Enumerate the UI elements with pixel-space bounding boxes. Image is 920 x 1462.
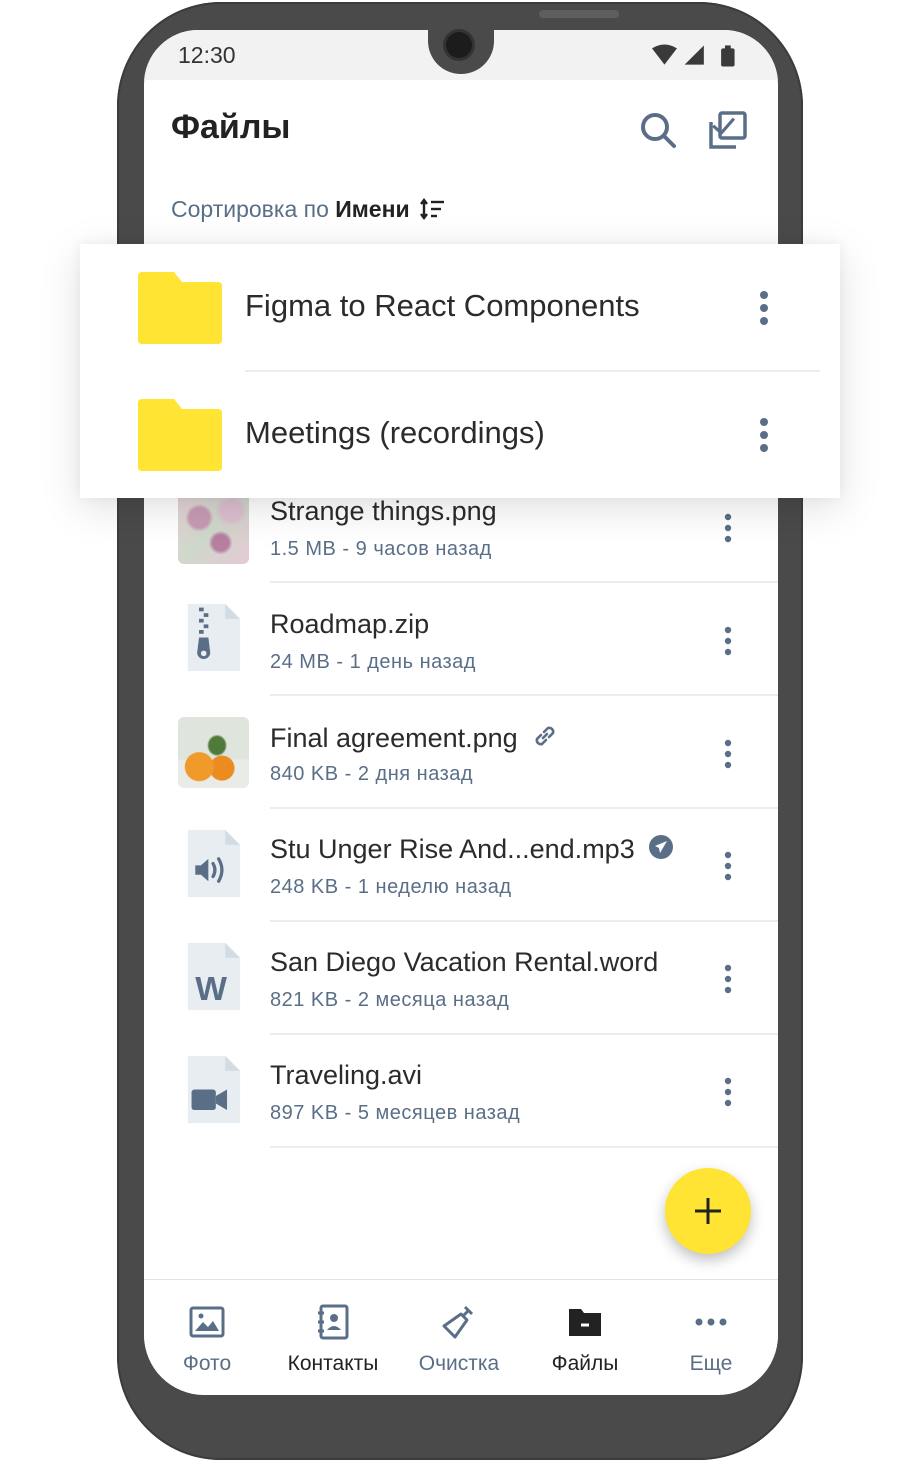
link-icon <box>535 726 555 746</box>
file-name: San Diego Vacation Rental.word <box>270 947 659 977</box>
folders-card: Figma to React Components Meetings (reco… <box>80 244 840 498</box>
file-meta: 840 KB - 2 дня назад <box>270 763 474 785</box>
page-title: Файлы <box>171 108 291 146</box>
nav-label: Фото <box>182 1352 232 1375</box>
nav-item-contacts[interactable]: Контакты <box>270 1280 396 1390</box>
more-vertical-icon[interactable] <box>756 290 772 326</box>
more-vertical-icon[interactable] <box>722 625 734 657</box>
search-icon[interactable] <box>638 110 678 150</box>
file-meta: 248 KB - 1 неделю назад <box>270 876 512 898</box>
file-meta: 1.5 MB - 9 часов назад <box>270 538 492 560</box>
sort-value: Имени <box>335 196 410 222</box>
more-vertical-icon[interactable] <box>722 850 734 882</box>
more-vertical-icon[interactable] <box>722 963 734 995</box>
file-row[interactable]: Stu Unger Rise And...end.mp3 248 KB - 1 … <box>144 828 778 941</box>
file-row[interactable]: Final agreement.png 840 KB - 2 дня назад <box>144 717 778 830</box>
broom-icon <box>442 1305 474 1339</box>
file-name: Roadmap.zip <box>270 609 430 639</box>
thumbnail-image <box>178 717 249 788</box>
wifi-icon <box>652 44 677 65</box>
status-icons <box>652 44 735 67</box>
file-name: Final agreement.png <box>270 722 559 754</box>
thumbnail-image <box>178 493 249 564</box>
contacts-icon <box>318 1304 349 1340</box>
nav-item-more[interactable]: Еще <box>648 1280 774 1390</box>
divider <box>270 694 778 696</box>
photo-icon <box>189 1306 225 1338</box>
sort-control[interactable]: Сортировка по Имени <box>171 196 446 223</box>
more-vertical-icon[interactable] <box>722 512 734 544</box>
file-name: Stu Unger Rise And...end.mp3 <box>270 834 674 865</box>
bottom-nav: Фото Контакты Очистка Файлы Еще <box>144 1279 778 1395</box>
zip-file-icon <box>187 603 241 672</box>
folder-name: Meetings (recordings) <box>245 415 545 450</box>
nav-item-files[interactable]: Файлы <box>522 1280 648 1390</box>
divider <box>270 581 778 583</box>
more-icon <box>695 1318 727 1326</box>
plus-icon <box>695 1198 721 1224</box>
divider <box>270 920 778 922</box>
file-row[interactable]: Roadmap.zip 24 MB - 1 день назад <box>144 602 778 715</box>
file-meta: 897 KB - 5 месяцев назад <box>270 1102 521 1124</box>
sort-prefix: Сортировка по <box>171 196 329 222</box>
video-file-icon <box>187 1055 241 1124</box>
file-row[interactable]: W San Diego Vacation Rental.word 821 KB … <box>144 941 778 1054</box>
folder-name: Figma to React Components <box>245 288 640 323</box>
speaker-grille <box>539 10 619 18</box>
more-vertical-icon[interactable] <box>722 1076 734 1108</box>
nav-label: Еще <box>689 1352 733 1375</box>
multi-select-icon[interactable] <box>708 110 748 150</box>
camera-icon <box>446 32 472 58</box>
signal-icon <box>684 45 704 65</box>
folder-icon <box>569 1309 601 1336</box>
more-vertical-icon[interactable] <box>722 738 734 770</box>
divider <box>270 807 778 809</box>
folder-icon <box>138 399 222 471</box>
nav-item-photo[interactable]: Фото <box>144 1280 270 1390</box>
folder-row[interactable]: Figma to React Components <box>80 244 840 371</box>
more-vertical-icon[interactable] <box>756 417 772 453</box>
airplane-icon <box>649 835 674 859</box>
nav-label: Контакты <box>287 1352 379 1375</box>
add-button[interactable] <box>665 1168 751 1254</box>
battery-icon <box>721 45 735 67</box>
file-row[interactable]: Strange things.png 1.5 MB - 9 часов наза… <box>144 493 778 606</box>
nav-label: Очистка <box>418 1352 500 1375</box>
divider <box>270 1033 778 1035</box>
status-time: 12:30 <box>178 42 236 68</box>
audio-file-icon <box>187 829 241 898</box>
file-meta: 821 KB - 2 месяца назад <box>270 989 510 1011</box>
svg-text:W: W <box>195 971 227 1008</box>
nav-item-cleanup[interactable]: Очистка <box>396 1280 522 1390</box>
folder-icon <box>138 272 222 344</box>
nav-label: Файлы <box>551 1352 619 1375</box>
file-row[interactable]: Traveling.avi 897 KB - 5 месяцев назад <box>144 1054 778 1167</box>
divider <box>270 1146 778 1148</box>
file-meta: 24 MB - 1 день назад <box>270 651 476 673</box>
file-name: Strange things.png <box>270 496 497 526</box>
sort-icon <box>420 198 445 220</box>
word-file-icon: W <box>187 942 241 1011</box>
folder-row[interactable]: Meetings (recordings) <box>80 371 840 498</box>
file-name: Traveling.avi <box>270 1060 423 1090</box>
